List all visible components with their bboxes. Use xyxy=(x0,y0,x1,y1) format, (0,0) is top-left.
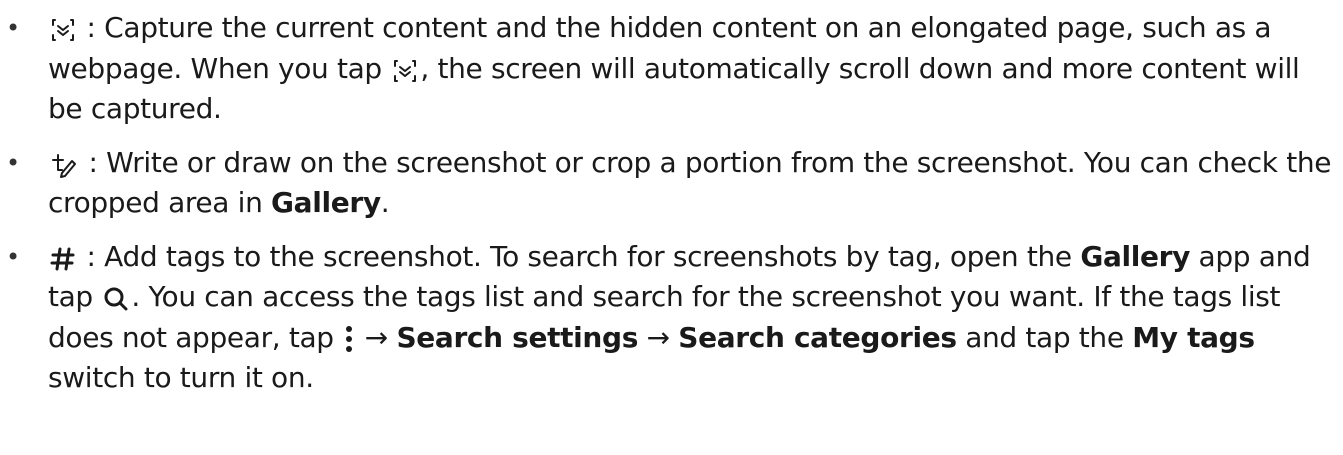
list-item-draw-crop: • : Write or draw on the screenshot or c… xyxy=(0,143,1343,224)
gallery-label: Gallery xyxy=(1080,239,1190,273)
text: → xyxy=(356,320,397,354)
text: → xyxy=(638,320,679,354)
bullet: • xyxy=(6,242,20,271)
bullet: • xyxy=(6,148,20,177)
search-settings-label: Search settings xyxy=(396,320,639,354)
scroll-capture-icon xyxy=(50,17,76,43)
list-item-tags: • : Add tags to the screenshot. To searc… xyxy=(0,237,1343,399)
text: . xyxy=(380,186,390,219)
text: and tap the xyxy=(956,320,1133,354)
scroll-capture-icon xyxy=(392,58,418,84)
search-icon xyxy=(103,286,129,312)
hashtag-icon xyxy=(50,246,76,272)
draw-crop-icon xyxy=(50,152,78,178)
bullet: • xyxy=(6,14,20,42)
more-options-icon xyxy=(344,325,354,353)
list-item-scroll-capture: • : Capture the current content and the … xyxy=(0,8,1343,130)
text: switch to turn it on. xyxy=(48,361,314,394)
gallery-label: Gallery xyxy=(271,186,381,219)
text: : Add tags to the screenshot. To search … xyxy=(78,239,1081,273)
search-categories-label: Search categories xyxy=(678,320,957,354)
instruction-list: • : Capture the current content and the … xyxy=(0,8,1343,412)
my-tags-label: My tags xyxy=(1132,320,1255,354)
text: : Write or draw on the screenshot or cro… xyxy=(48,145,1332,220)
